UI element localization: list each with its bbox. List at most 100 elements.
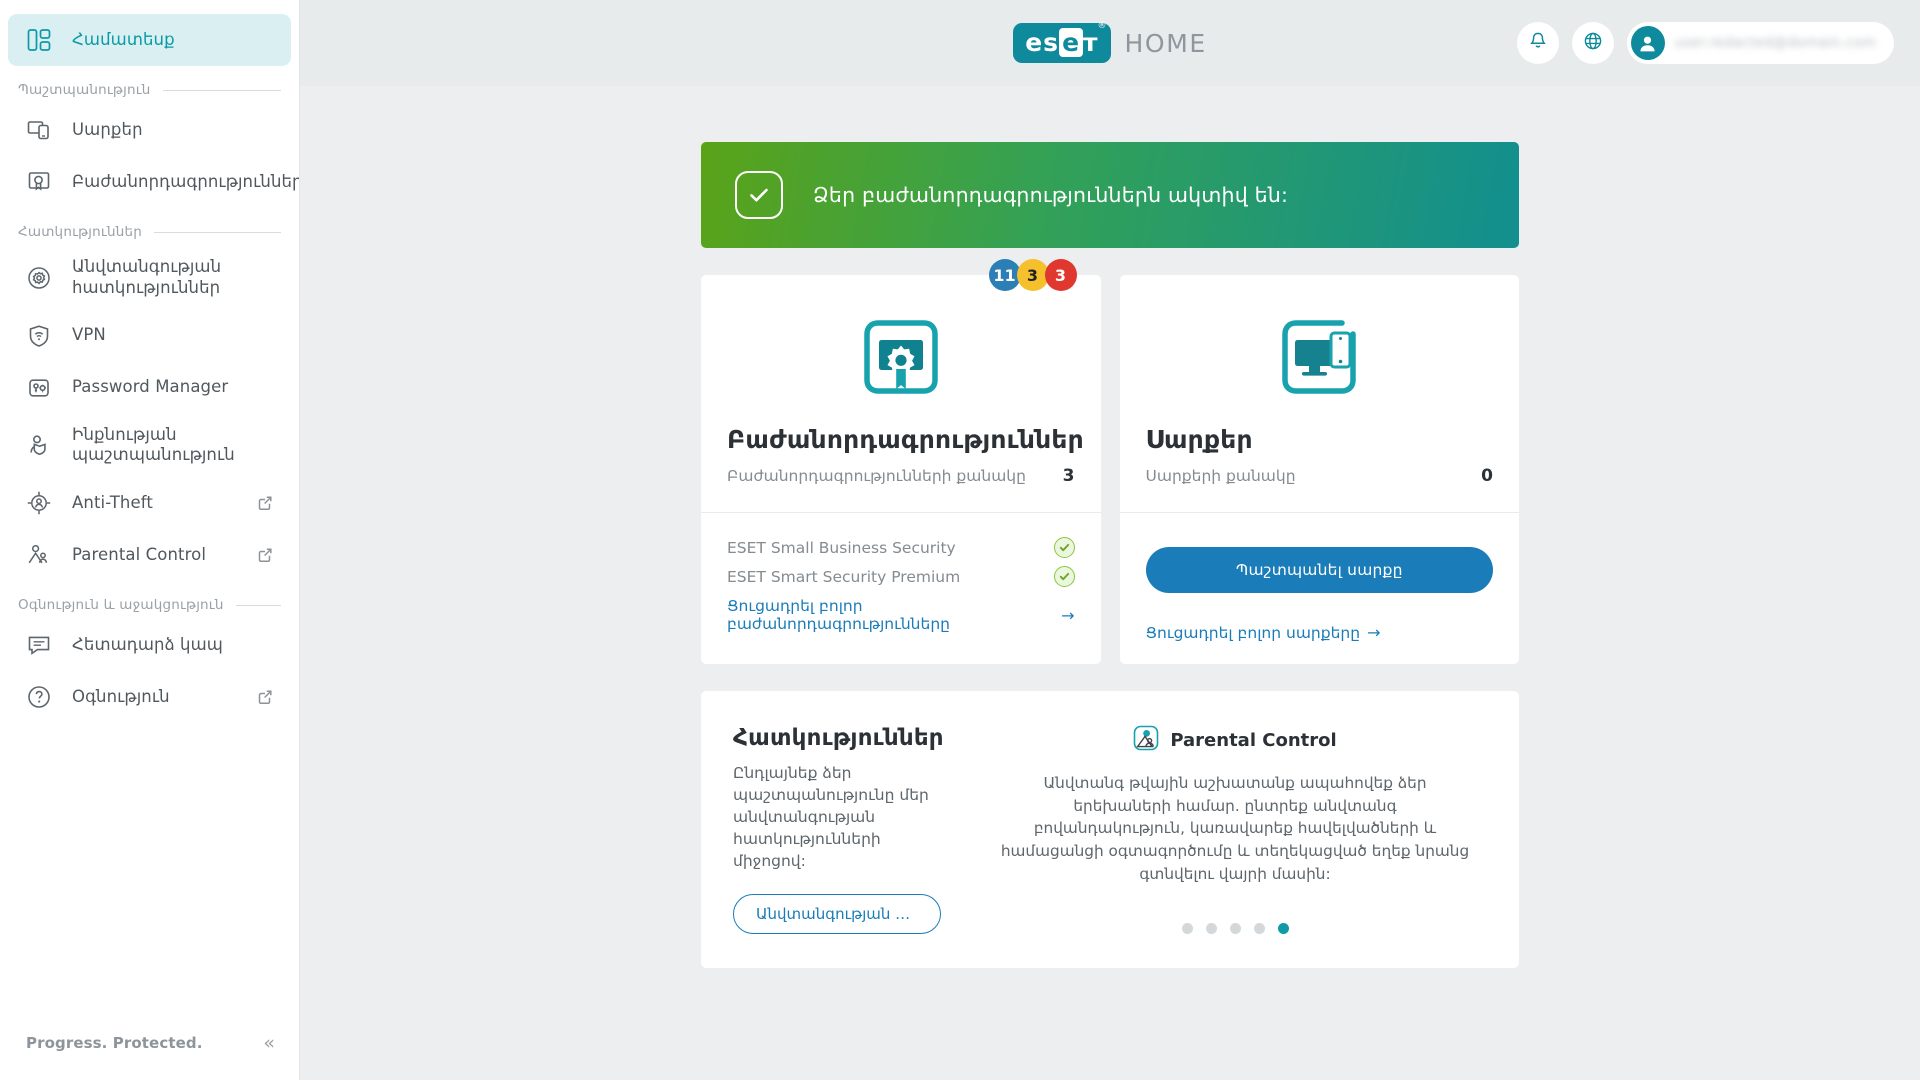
registered-mark: ® (1097, 21, 1108, 31)
subscription-certificate-icon (727, 303, 1075, 411)
sidebar-item-label: Հետադարձ կապ (72, 634, 223, 654)
sidebar-item-feedback[interactable]: Հետադարձ կապ (8, 619, 291, 671)
divider (235, 604, 281, 606)
account-chip[interactable]: user.redacted@domain.com (1626, 22, 1894, 64)
sidebar-item-label: Համատեսք (72, 29, 175, 49)
sidebar-item-label: VPN (72, 325, 106, 345)
sidebar-item-dashboard[interactable]: Համատեսք (8, 14, 291, 66)
check-circle-icon (1053, 537, 1075, 558)
logo-e: e (1059, 28, 1084, 57)
divider (154, 231, 281, 233)
devices-card-header: Սարքեր Սարքերի քանակը 0 (1120, 275, 1520, 512)
sidebar-item-devices[interactable]: Սարքեր (8, 104, 291, 156)
sidebar-item-security-features[interactable]: Անվտանգության հատկություններ (8, 246, 291, 310)
status-badge-info[interactable]: 11 (988, 259, 1021, 291)
subscriptions-card-header: Բաժանորդագրություններ Բաժանորդագրություն… (701, 275, 1101, 512)
anti-theft-icon (24, 488, 54, 518)
security-features-button[interactable]: Անվտանգության հ... (733, 894, 941, 934)
sidebar: Համատեսք Պաշտպանություն Սարքեր Բաժանորդա… (0, 0, 300, 1080)
protect-device-button[interactable]: Պաշտպանել սարքը (1145, 547, 1493, 593)
sidebar-item-label: Անվտանգության հատկություններ (72, 257, 222, 297)
eset-logo: es e т ® (1013, 21, 1111, 63)
external-link-icon (257, 547, 273, 563)
devices-count-value: 0 (1481, 466, 1493, 486)
identity-shield-icon (24, 430, 54, 460)
chevron-double-left-icon[interactable]: « (263, 1033, 275, 1053)
devices-count-row: Սարքերի քանակը 0 (1146, 466, 1494, 490)
show-all-subscriptions-link[interactable]: Ցուցադրել բոլոր բաժանորդագրությունները → (727, 597, 1075, 633)
sidebar-section-protection: Պաշտպանություն (0, 70, 299, 104)
sidebar-item-identity-protection[interactable]: Ինքնության պաշտպանություն (8, 414, 291, 478)
sidebar-item-label: Parental Control (72, 544, 207, 564)
sidebar-item-label: Password Manager (72, 377, 229, 397)
features-description: Ընդլայնեք ձեր պաշտպանությունը մեր անվտան… (733, 764, 929, 870)
sidebar-section-features: Հատկություններ (0, 212, 299, 246)
globe-icon (1583, 31, 1603, 55)
carousel-dot[interactable] (1181, 923, 1193, 934)
section-label: Օգնություն և աջակցություն (18, 597, 224, 614)
vpn-shield-icon (24, 321, 54, 351)
language-button[interactable] (1571, 22, 1614, 64)
status-badge-critical[interactable]: 3 (1044, 259, 1077, 291)
notifications-button[interactable] (1516, 22, 1559, 64)
arrow-right-icon: → (1367, 623, 1381, 642)
subscriptions-count-value: 3 (1062, 466, 1075, 486)
link-label: Ցուցադրել բոլոր բաժանորդագրությունները (727, 597, 950, 633)
status-banner: Ձեր բաժանորդագրություններն ակտիվ են: (701, 142, 1519, 248)
sidebar-footer: Progress. Protected. « (0, 1006, 299, 1080)
features-title: Հատկություններ (733, 725, 944, 751)
show-all-devices-link[interactable]: Ցուցադրել բոլոր սարքերը → (1146, 623, 1494, 642)
subscription-name: ESET Small Business Security (727, 538, 956, 557)
sidebar-item-subscriptions[interactable]: Բաժանորդագրություններ (8, 156, 299, 208)
carousel-dot-active[interactable] (1277, 923, 1289, 934)
promo-header: Parental Control (1133, 725, 1337, 755)
devices-icon (24, 115, 54, 145)
password-manager-icon (24, 373, 54, 403)
subscription-name: ESET Smart Security Premium (727, 567, 961, 586)
carousel-dot[interactable] (1253, 923, 1265, 934)
features-intro: Հատկություններ Ընդլայնեք ձեր պաշտպանությ… (733, 725, 955, 934)
sidebar-item-password-manager[interactable]: Password Manager (8, 362, 291, 414)
parental-control-icon (1133, 725, 1159, 755)
logo-es: es (1025, 28, 1060, 57)
list-item[interactable]: ESET Smart Security Premium (727, 562, 1075, 591)
app-root: Համատեսք Պաշտպանություն Սարքեր Բաժանորդա… (0, 0, 1920, 1080)
dashboard-icon (24, 25, 54, 55)
sidebar-item-anti-theft[interactable]: Anti-Theft (8, 477, 291, 529)
sidebar-item-label: Սարքեր (72, 119, 143, 139)
main-area: es e т ® HOME user.redacted@domain.com Ձ… (300, 0, 1920, 1080)
bell-icon (1528, 31, 1548, 55)
list-item[interactable]: ESET Small Business Security (727, 533, 1075, 562)
devices-monitor-phone-icon (1146, 303, 1494, 411)
feedback-icon (24, 630, 54, 660)
subscriptions-card-title: Բաժանորդագրություններ (727, 425, 1084, 454)
brand-tagline: Progress. Protected. (26, 1034, 203, 1052)
subscriptions-count-label: Բաժանորդագրությունների քանակը (727, 467, 1026, 485)
logo-t: т (1083, 28, 1099, 57)
sidebar-item-vpn[interactable]: VPN (8, 310, 291, 362)
summary-cards: 11 3 3 Բաժանորդագրություններ Բաժանորդագր… (701, 259, 1520, 664)
sidebar-item-label: Ինքնության պաշտպանություն (72, 424, 235, 465)
promo-name: Parental Control (1170, 729, 1337, 751)
carousel-dot[interactable] (1229, 923, 1241, 934)
help-icon (24, 682, 54, 712)
status-badge-warning[interactable]: 3 (1016, 259, 1049, 291)
devices-card: Սարքեր Սարքերի քանակը 0 Պաշտպանել սարքը … (1119, 275, 1520, 664)
sidebar-item-label: Բաժանորդագրություններ (72, 171, 299, 191)
parental-control-icon (24, 540, 54, 570)
sidebar-item-label: Օգնություն (72, 686, 170, 706)
account-email: user.redacted@domain.com (1674, 35, 1876, 51)
gear-icon (24, 263, 54, 293)
section-label: Պաշտպանություն (18, 82, 151, 98)
check-circle-icon (1053, 566, 1075, 587)
sidebar-item-parental-control[interactable]: Parental Control (8, 529, 291, 581)
devices-count-label: Սարքերի քանակը (1145, 467, 1296, 485)
carousel-dots (1181, 897, 1289, 934)
sidebar-nav: Համատեսք Պաշտպանություն Սարքեր Բաժանորդա… (0, 0, 299, 1006)
sidebar-item-help[interactable]: Օգնություն (8, 671, 291, 723)
external-link-icon (257, 689, 273, 705)
external-link-icon (257, 495, 273, 511)
carousel-dot[interactable] (1205, 923, 1217, 934)
user-avatar-icon (1630, 26, 1665, 60)
link-label: Ցուցադրել բոլոր սարքերը (1145, 623, 1361, 642)
